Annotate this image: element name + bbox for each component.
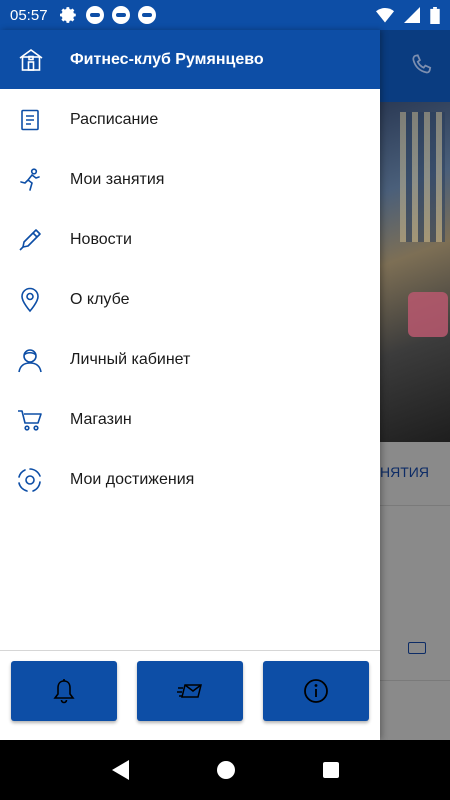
phone-icon[interactable]: [408, 52, 434, 78]
background-header: [380, 30, 450, 102]
menu-item-label: Личный кабинет: [70, 351, 191, 368]
drawer-footer: [0, 650, 380, 740]
building-icon: [19, 48, 43, 71]
menu-item-label: Магазин: [70, 411, 132, 428]
menu-item-news[interactable]: Новости: [0, 210, 380, 270]
document-icon: [17, 107, 43, 133]
mail-icon: [177, 684, 202, 698]
status-bar: 05:57: [0, 0, 450, 30]
drawer-menu: Расписание Мои занятия Новости О клубе Л…: [0, 90, 380, 510]
menu-item-my-classes[interactable]: Мои занятия: [0, 150, 380, 210]
drawer-header[interactable]: Фитнес-клуб Румянцево: [0, 30, 380, 89]
achievements-icon: [17, 467, 43, 493]
money-icon: [408, 642, 426, 654]
pen-icon: [17, 227, 43, 253]
menu-item-label: Новости: [70, 231, 132, 248]
notifications-button[interactable]: [11, 661, 117, 721]
menu-item-account[interactable]: Личный кабинет: [0, 330, 380, 390]
menu-item-label: Расписание: [70, 111, 159, 128]
info-icon: [304, 679, 328, 703]
menu-item-label: Мои достижения: [70, 471, 195, 488]
location-pin-icon: [17, 287, 43, 313]
menu-item-shop[interactable]: Магазин: [0, 390, 380, 450]
info-button[interactable]: [263, 661, 369, 721]
bell-icon: [53, 679, 75, 704]
gear-icon: [59, 7, 76, 23]
back-icon[interactable]: [111, 760, 129, 780]
user-icon: [17, 347, 43, 373]
status-time: 05:57: [10, 6, 48, 24]
navigation-drawer: Фитнес-клуб Румянцево Расписание Мои зан…: [0, 30, 380, 740]
app-icon: [85, 6, 104, 24]
runner-icon: [17, 167, 43, 193]
battery-icon: [430, 6, 440, 24]
menu-item-schedule[interactable]: Расписание: [0, 90, 380, 150]
tab-label[interactable]: НЯТИЯ: [380, 464, 429, 480]
background-screen[interactable]: НЯТИЯ: [380, 30, 450, 740]
club-title: Фитнес-клуб Румянцево: [70, 50, 264, 68]
background-tabs: НЯТИЯ: [380, 442, 450, 506]
cart-icon: [17, 407, 43, 433]
menu-item-label: О клубе: [70, 291, 130, 308]
wifi-icon: [376, 8, 394, 23]
home-icon[interactable]: [216, 761, 235, 779]
recent-apps-icon[interactable]: [322, 762, 339, 778]
menu-item-about-club[interactable]: О клубе: [0, 270, 380, 330]
app-icon: [137, 6, 156, 24]
signal-icon: [404, 7, 420, 23]
app-icon: [111, 6, 130, 24]
system-nav-bar: [0, 740, 450, 800]
menu-item-label: Мои занятия: [70, 171, 165, 188]
menu-item-achievements[interactable]: Мои достижения: [0, 450, 380, 510]
messages-button[interactable]: [137, 661, 243, 721]
club-photo: [380, 102, 450, 442]
